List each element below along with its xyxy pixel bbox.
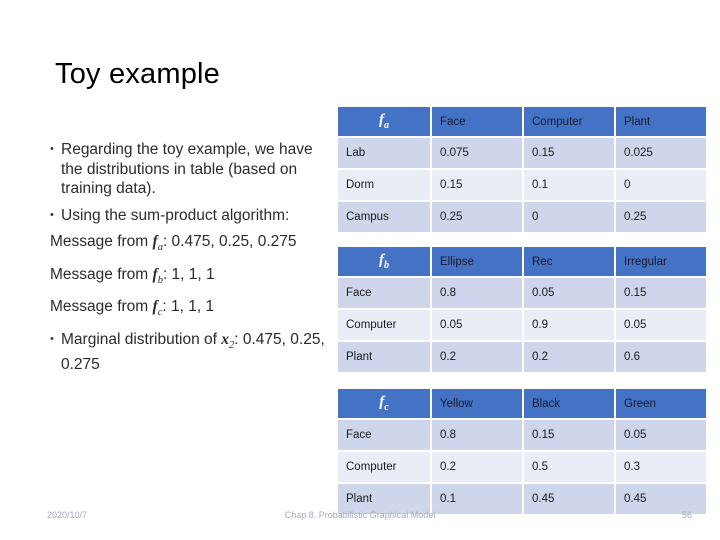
message-values: : 1, 1, 1	[162, 298, 215, 316]
message-prefix: Message from	[50, 298, 153, 316]
table-corner-subscript: b	[384, 260, 389, 271]
table-cell: 0.3	[616, 452, 706, 482]
list-item: • Using the sum-product algorithm:	[50, 206, 330, 226]
row-label: Computer	[338, 310, 430, 340]
table-corner-subscript: a	[384, 120, 389, 131]
table-row: Face 0.8 0.05 0.15	[338, 278, 706, 308]
bullet-dot-icon: •	[50, 143, 54, 155]
table-cell: 0.2	[432, 452, 522, 482]
table-corner-label: fc	[338, 389, 430, 418]
marginal-symbol: x	[221, 330, 229, 348]
table-cell: 0.025	[616, 138, 706, 168]
table-cell: 0.25	[432, 202, 522, 232]
distribution-table-fc: fc Yellow Black Green Face 0.8 0.15 0.05…	[336, 387, 708, 516]
bullet-text: Using the sum-product algorithm:	[61, 206, 290, 224]
message-values: : 1, 1, 1	[162, 265, 215, 283]
table-header-row: fa Face Computer Plant	[338, 107, 706, 136]
table-cell: 0.15	[524, 420, 614, 450]
row-label: Face	[338, 420, 430, 450]
table-row: Computer 0.2 0.5 0.3	[338, 452, 706, 482]
table-corner-label: fb	[338, 247, 430, 276]
table-cell: 0	[524, 202, 614, 232]
table-row: Dorm 0.15 0.1 0	[338, 170, 706, 200]
table-cell: 0.05	[432, 310, 522, 340]
row-label: Campus	[338, 202, 430, 232]
message-prefix: Message from	[50, 265, 153, 283]
bullet-dot-icon: •	[50, 332, 54, 345]
footer-page-number: 56	[681, 510, 692, 520]
table-row: Campus 0.25 0 0.25	[338, 202, 706, 232]
footer-chapter-title: Chap 8. Probabilistic Graphical Model	[284, 510, 436, 520]
list-item: • Marginal distribution of x2: 0.475, 0.…	[50, 330, 330, 375]
table-cell: 0.8	[432, 278, 522, 308]
bullet-text: Regarding the toy example, we have the d…	[61, 141, 313, 197]
table-cell: 0.9	[524, 310, 614, 340]
column-header: Yellow	[432, 389, 522, 418]
distribution-table-fa: fa Face Computer Plant Lab 0.075 0.15 0.…	[336, 105, 708, 234]
column-header: Irregular	[616, 247, 706, 276]
table-cell: 0.2	[524, 342, 614, 372]
marginal-prefix: Marginal distribution of	[61, 330, 222, 348]
message-line-fb: Message from fb: 1, 1, 1	[50, 265, 330, 291]
table-cell: 0.1	[524, 170, 614, 200]
bullet-dot-icon: •	[50, 208, 54, 221]
table-cell: 0.15	[616, 278, 706, 308]
table-corner-subscript: c	[384, 402, 389, 413]
table-cell: 0.05	[616, 310, 706, 340]
message-values: : 0.475, 0.25, 0.275	[162, 233, 297, 250]
table-row: Face 0.8 0.15 0.05	[338, 420, 706, 450]
table-row: Lab 0.075 0.15 0.025	[338, 138, 706, 168]
table-cell: 0.05	[524, 278, 614, 308]
distribution-table-fb: fb Ellipse Rec Irregular Face 0.8 0.05 0…	[336, 245, 708, 374]
row-label: Lab	[338, 138, 430, 168]
column-header: Green	[616, 389, 706, 418]
column-header: Ellipse	[432, 247, 522, 276]
column-header: Rec	[524, 247, 614, 276]
table-header-row: fc Yellow Black Green	[338, 389, 706, 418]
slide-footer: 2020/10/7 Chap 8. Probabilistic Graphica…	[0, 508, 720, 528]
table-cell: 0.25	[616, 202, 706, 232]
marginal-line: Marginal distribution of x2: 0.475, 0.25…	[61, 330, 330, 375]
table-cell: 0.15	[524, 138, 614, 168]
row-label: Face	[338, 278, 430, 308]
slide-canvas: Toy example • Regarding the toy example,…	[0, 0, 720, 540]
table-cell: 0.075	[432, 138, 522, 168]
table-cell: 0.8	[432, 420, 522, 450]
column-header: Plant	[616, 107, 706, 136]
message-line-fc: Message from fc: 1, 1, 1	[50, 297, 330, 323]
row-label: Computer	[338, 452, 430, 482]
table-header-row: fb Ellipse Rec Irregular	[338, 247, 706, 276]
marginal-colon: :	[234, 330, 239, 348]
table-row: Computer 0.05 0.9 0.05	[338, 310, 706, 340]
column-header: Computer	[524, 107, 614, 136]
column-header: Face	[432, 107, 522, 136]
table-row: Plant 0.2 0.2 0.6	[338, 342, 706, 372]
column-header: Black	[524, 389, 614, 418]
table-corner-label: fa	[338, 107, 430, 136]
table-cell: 0.15	[432, 170, 522, 200]
list-item: • Regarding the toy example, we have the…	[50, 140, 330, 199]
table-cell: 0.5	[524, 452, 614, 482]
row-label: Plant	[338, 342, 430, 372]
table-cell: 0.05	[616, 420, 706, 450]
table-cell: 0.6	[616, 342, 706, 372]
table-cell: 0.2	[432, 342, 522, 372]
table-cell: 0	[616, 170, 706, 200]
page-title: Toy example	[55, 58, 220, 90]
message-line-fa: Message from fa: 0.475, 0.25, 0.275	[50, 232, 330, 258]
body-content-column: • Regarding the toy example, we have the…	[50, 140, 330, 382]
message-prefix: Message from	[50, 233, 153, 250]
row-label: Dorm	[338, 170, 430, 200]
